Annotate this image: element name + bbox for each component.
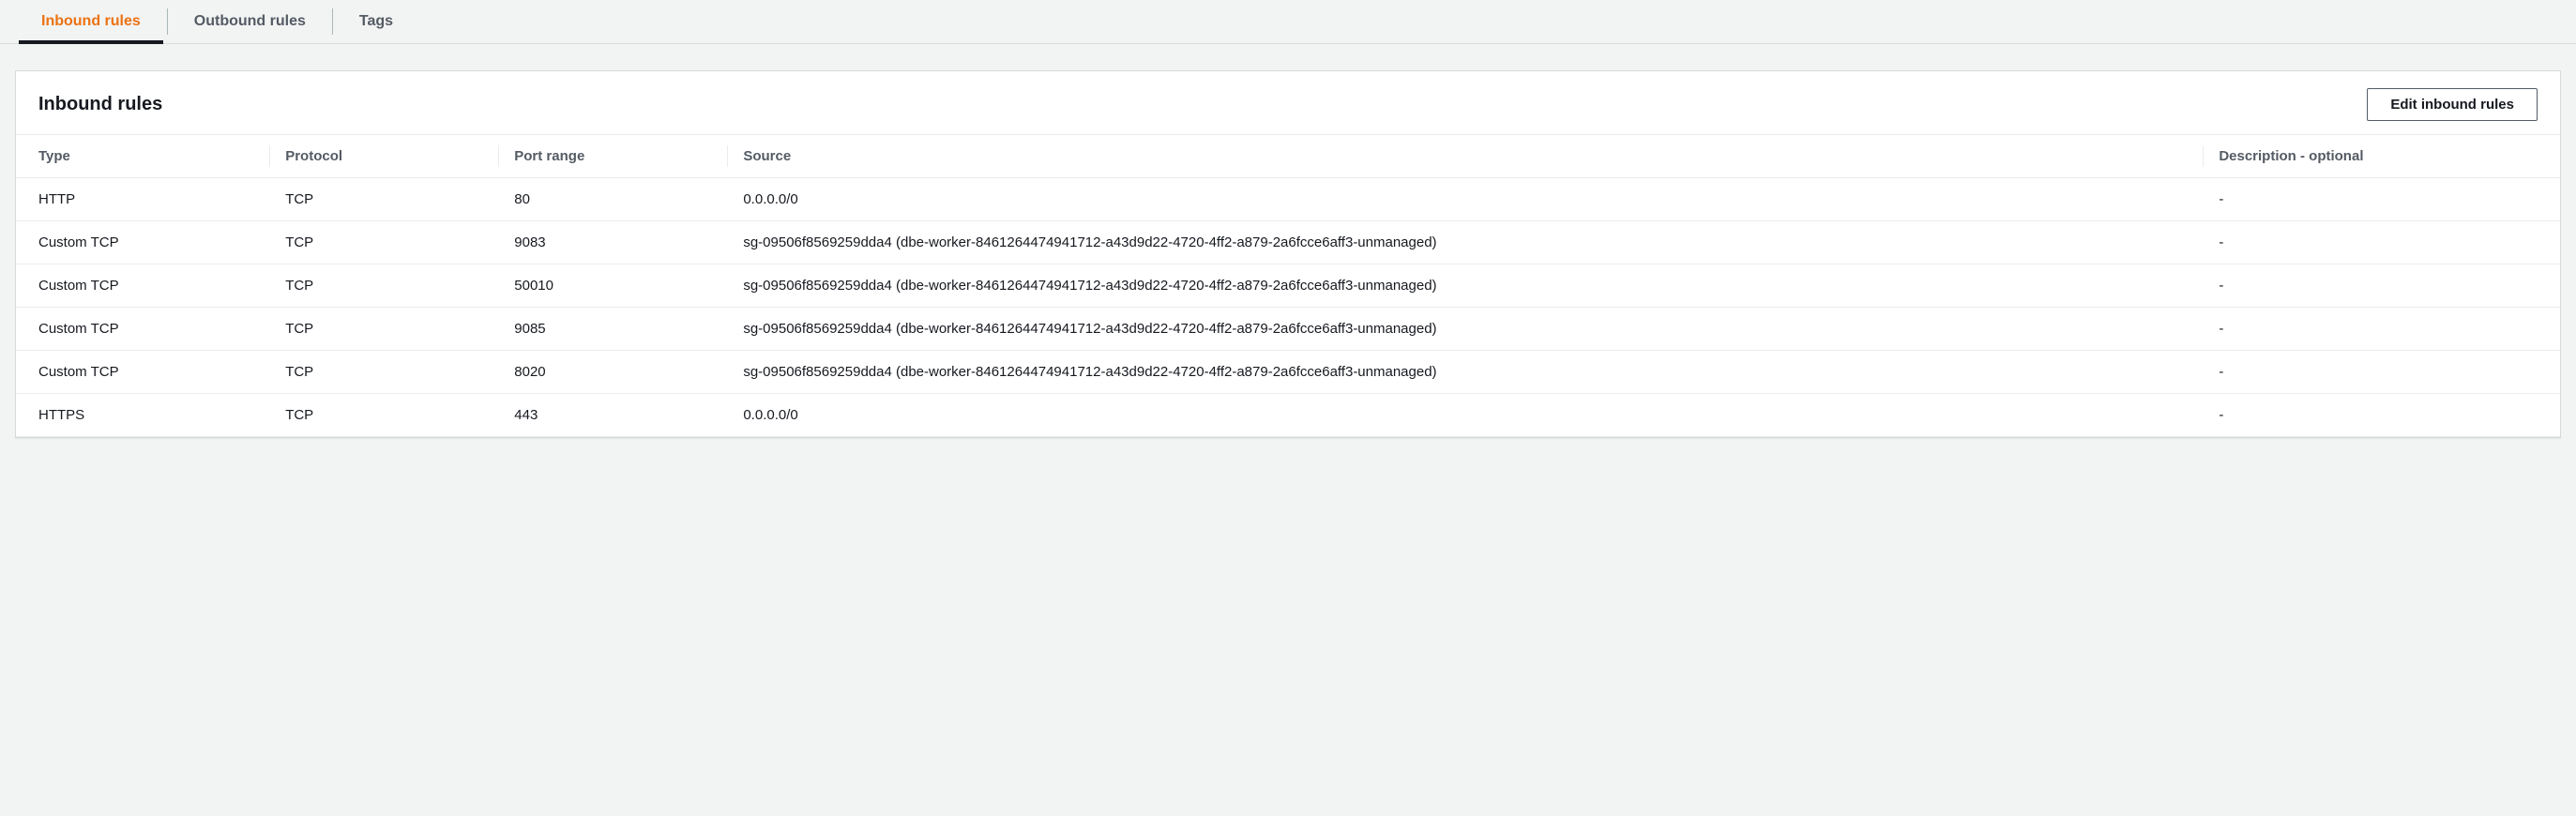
inbound-rules-panel: Inbound rules Edit inbound rules Type Pr…	[15, 70, 2561, 438]
column-header-port-range[interactable]: Port range	[499, 135, 728, 178]
cell-source: 0.0.0.0/0	[728, 394, 2204, 437]
panel-title: Inbound rules	[38, 94, 162, 115]
tab-divider	[167, 8, 168, 35]
cell-protocol: TCP	[270, 308, 499, 351]
cell-source: sg-09506f8569259dda4 (dbe-worker-8461264…	[728, 264, 2204, 308]
cell-protocol: TCP	[270, 264, 499, 308]
tab-tags[interactable]: Tags	[337, 0, 416, 43]
table-header-row: Type Protocol Port range Source Descript…	[16, 135, 2560, 178]
cell-protocol: TCP	[270, 178, 499, 221]
cell-port-range: 443	[499, 394, 728, 437]
cell-type: Custom TCP	[16, 221, 270, 264]
inbound-rules-table: Type Protocol Port range Source Descript…	[16, 134, 2560, 437]
column-header-type[interactable]: Type	[16, 135, 270, 178]
cell-source: sg-09506f8569259dda4 (dbe-worker-8461264…	[728, 221, 2204, 264]
cell-source: 0.0.0.0/0	[728, 178, 2204, 221]
table-row[interactable]: Custom TCPTCP9083sg-09506f8569259dda4 (d…	[16, 221, 2560, 264]
cell-type: HTTP	[16, 178, 270, 221]
cell-description: -	[2204, 308, 2560, 351]
tab-outbound-rules[interactable]: Outbound rules	[172, 0, 328, 43]
cell-description: -	[2204, 264, 2560, 308]
cell-type: HTTPS	[16, 394, 270, 437]
cell-port-range: 9083	[499, 221, 728, 264]
cell-source: sg-09506f8569259dda4 (dbe-worker-8461264…	[728, 351, 2204, 394]
cell-protocol: TCP	[270, 351, 499, 394]
column-header-protocol[interactable]: Protocol	[270, 135, 499, 178]
cell-protocol: TCP	[270, 394, 499, 437]
cell-type: Custom TCP	[16, 264, 270, 308]
tab-inbound-rules[interactable]: Inbound rules	[19, 0, 163, 43]
cell-port-range: 50010	[499, 264, 728, 308]
cell-protocol: TCP	[270, 221, 499, 264]
table-row[interactable]: HTTPSTCP4430.0.0.0/0-	[16, 394, 2560, 437]
cell-description: -	[2204, 221, 2560, 264]
cell-type: Custom TCP	[16, 308, 270, 351]
table-row[interactable]: HTTPTCP800.0.0.0/0-	[16, 178, 2560, 221]
cell-description: -	[2204, 178, 2560, 221]
column-header-source[interactable]: Source	[728, 135, 2204, 178]
cell-type: Custom TCP	[16, 351, 270, 394]
cell-port-range: 80	[499, 178, 728, 221]
cell-source: sg-09506f8569259dda4 (dbe-worker-8461264…	[728, 308, 2204, 351]
cell-description: -	[2204, 394, 2560, 437]
cell-port-range: 9085	[499, 308, 728, 351]
cell-description: -	[2204, 351, 2560, 394]
table-row[interactable]: Custom TCPTCP50010sg-09506f8569259dda4 (…	[16, 264, 2560, 308]
panel-header: Inbound rules Edit inbound rules	[16, 71, 2560, 134]
column-header-description[interactable]: Description - optional	[2204, 135, 2560, 178]
tab-divider	[332, 8, 333, 35]
edit-inbound-rules-button[interactable]: Edit inbound rules	[2367, 88, 2538, 121]
cell-port-range: 8020	[499, 351, 728, 394]
table-row[interactable]: Custom TCPTCP8020sg-09506f8569259dda4 (d…	[16, 351, 2560, 394]
tabs-bar: Inbound rules Outbound rules Tags	[0, 0, 2576, 44]
table-row[interactable]: Custom TCPTCP9085sg-09506f8569259dda4 (d…	[16, 308, 2560, 351]
